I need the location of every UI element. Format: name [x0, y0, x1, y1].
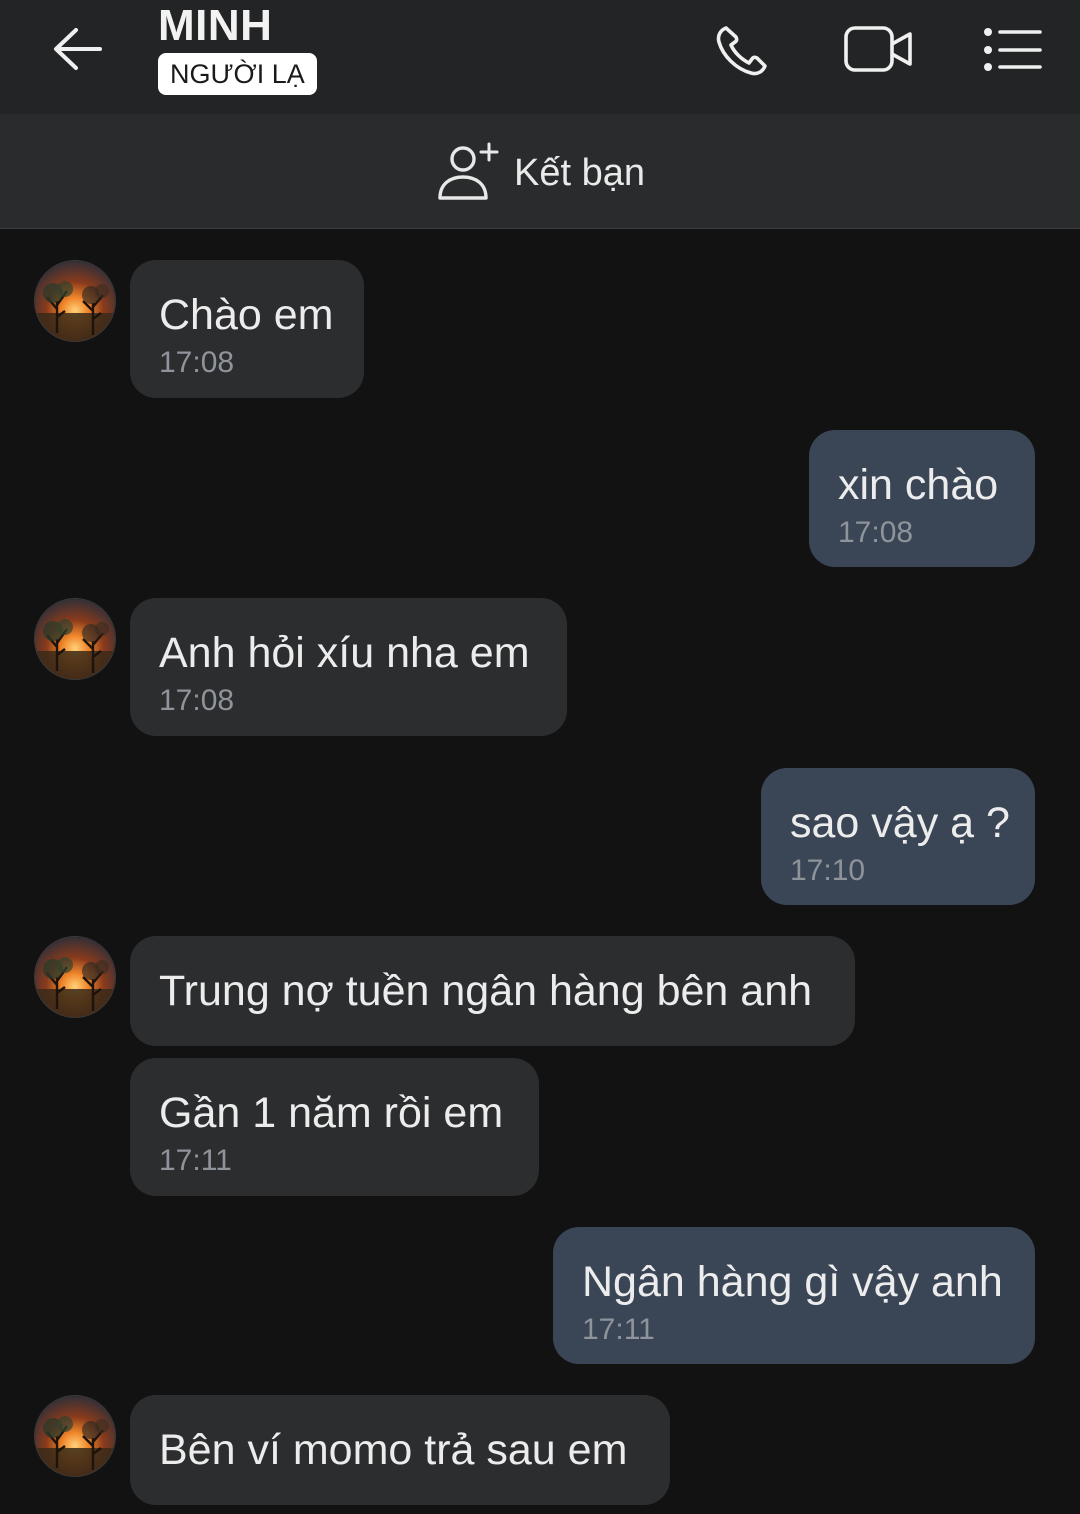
back-button[interactable] — [48, 22, 108, 76]
video-call-button[interactable] — [842, 20, 912, 80]
message-bubble-outgoing[interactable]: sao vậy ạ ? 17:10 — [761, 768, 1035, 905]
message-text: Anh hỏi xíu nha em — [159, 629, 530, 677]
message-text: Gần 1 năm rồi em — [159, 1089, 504, 1137]
message-bubble-incoming[interactable]: Bên ví momo trả sau em — [130, 1395, 670, 1505]
list-menu-icon — [984, 28, 1042, 71]
message-time: 17:08 — [159, 684, 235, 717]
avatar-image — [35, 599, 115, 679]
add-friend-button[interactable]: Kết bạn — [436, 140, 666, 204]
phone-icon — [716, 26, 767, 76]
message-time: 17:11 — [582, 1313, 655, 1346]
add-user-icon — [438, 142, 499, 200]
message-bubble-outgoing[interactable]: Ngân hàng gì vậy anh 17:11 — [553, 1227, 1035, 1364]
voice-call-button[interactable] — [712, 20, 776, 80]
message-text: Trung nợ tuền ngân hàng bên anh — [159, 967, 813, 1015]
message-bubble-outgoing[interactable]: xin chào 17:08 — [809, 430, 1035, 567]
message-bubble-incoming[interactable]: Trung nợ tuền ngân hàng bên anh — [130, 936, 855, 1046]
message-text: Ngân hàng gì vậy anh — [582, 1258, 1003, 1306]
menu-button[interactable] — [980, 20, 1044, 80]
message-text: Bên ví momo trả sau em — [159, 1426, 628, 1474]
message-time: 17:10 — [790, 854, 866, 887]
message-bubble-incoming[interactable]: Chào em 17:08 — [130, 260, 364, 398]
message-text: Chào em — [159, 291, 334, 339]
avatar-image — [35, 937, 115, 1017]
contact-name: MINH — [158, 1, 273, 50]
message-time: 17:08 — [159, 346, 235, 379]
message-text: sao vậy ạ ? — [790, 799, 1010, 847]
add-friend-label: Kết bạn — [514, 152, 645, 194]
avatar-image — [35, 261, 115, 341]
avatar-image — [35, 1396, 115, 1476]
chat-header: MINH NGƯỜI LẠ — [0, 0, 1080, 114]
sender-avatar[interactable] — [34, 936, 116, 1018]
sender-avatar[interactable] — [34, 1395, 116, 1477]
sender-avatar[interactable] — [34, 598, 116, 680]
video-camera-icon — [844, 26, 912, 72]
message-bubble-incoming[interactable]: Gần 1 năm rồi em 17:11 — [130, 1058, 539, 1196]
back-arrow-icon — [54, 28, 102, 70]
message-time: 17:08 — [838, 516, 914, 549]
message-bubble-incoming[interactable]: Anh hỏi xíu nha em 17:08 — [130, 598, 567, 736]
message-text: xin chào — [838, 461, 999, 509]
sender-avatar[interactable] — [34, 260, 116, 342]
message-time: 17:11 — [159, 1144, 232, 1177]
stranger-badge: NGƯỜI LẠ — [158, 53, 317, 95]
